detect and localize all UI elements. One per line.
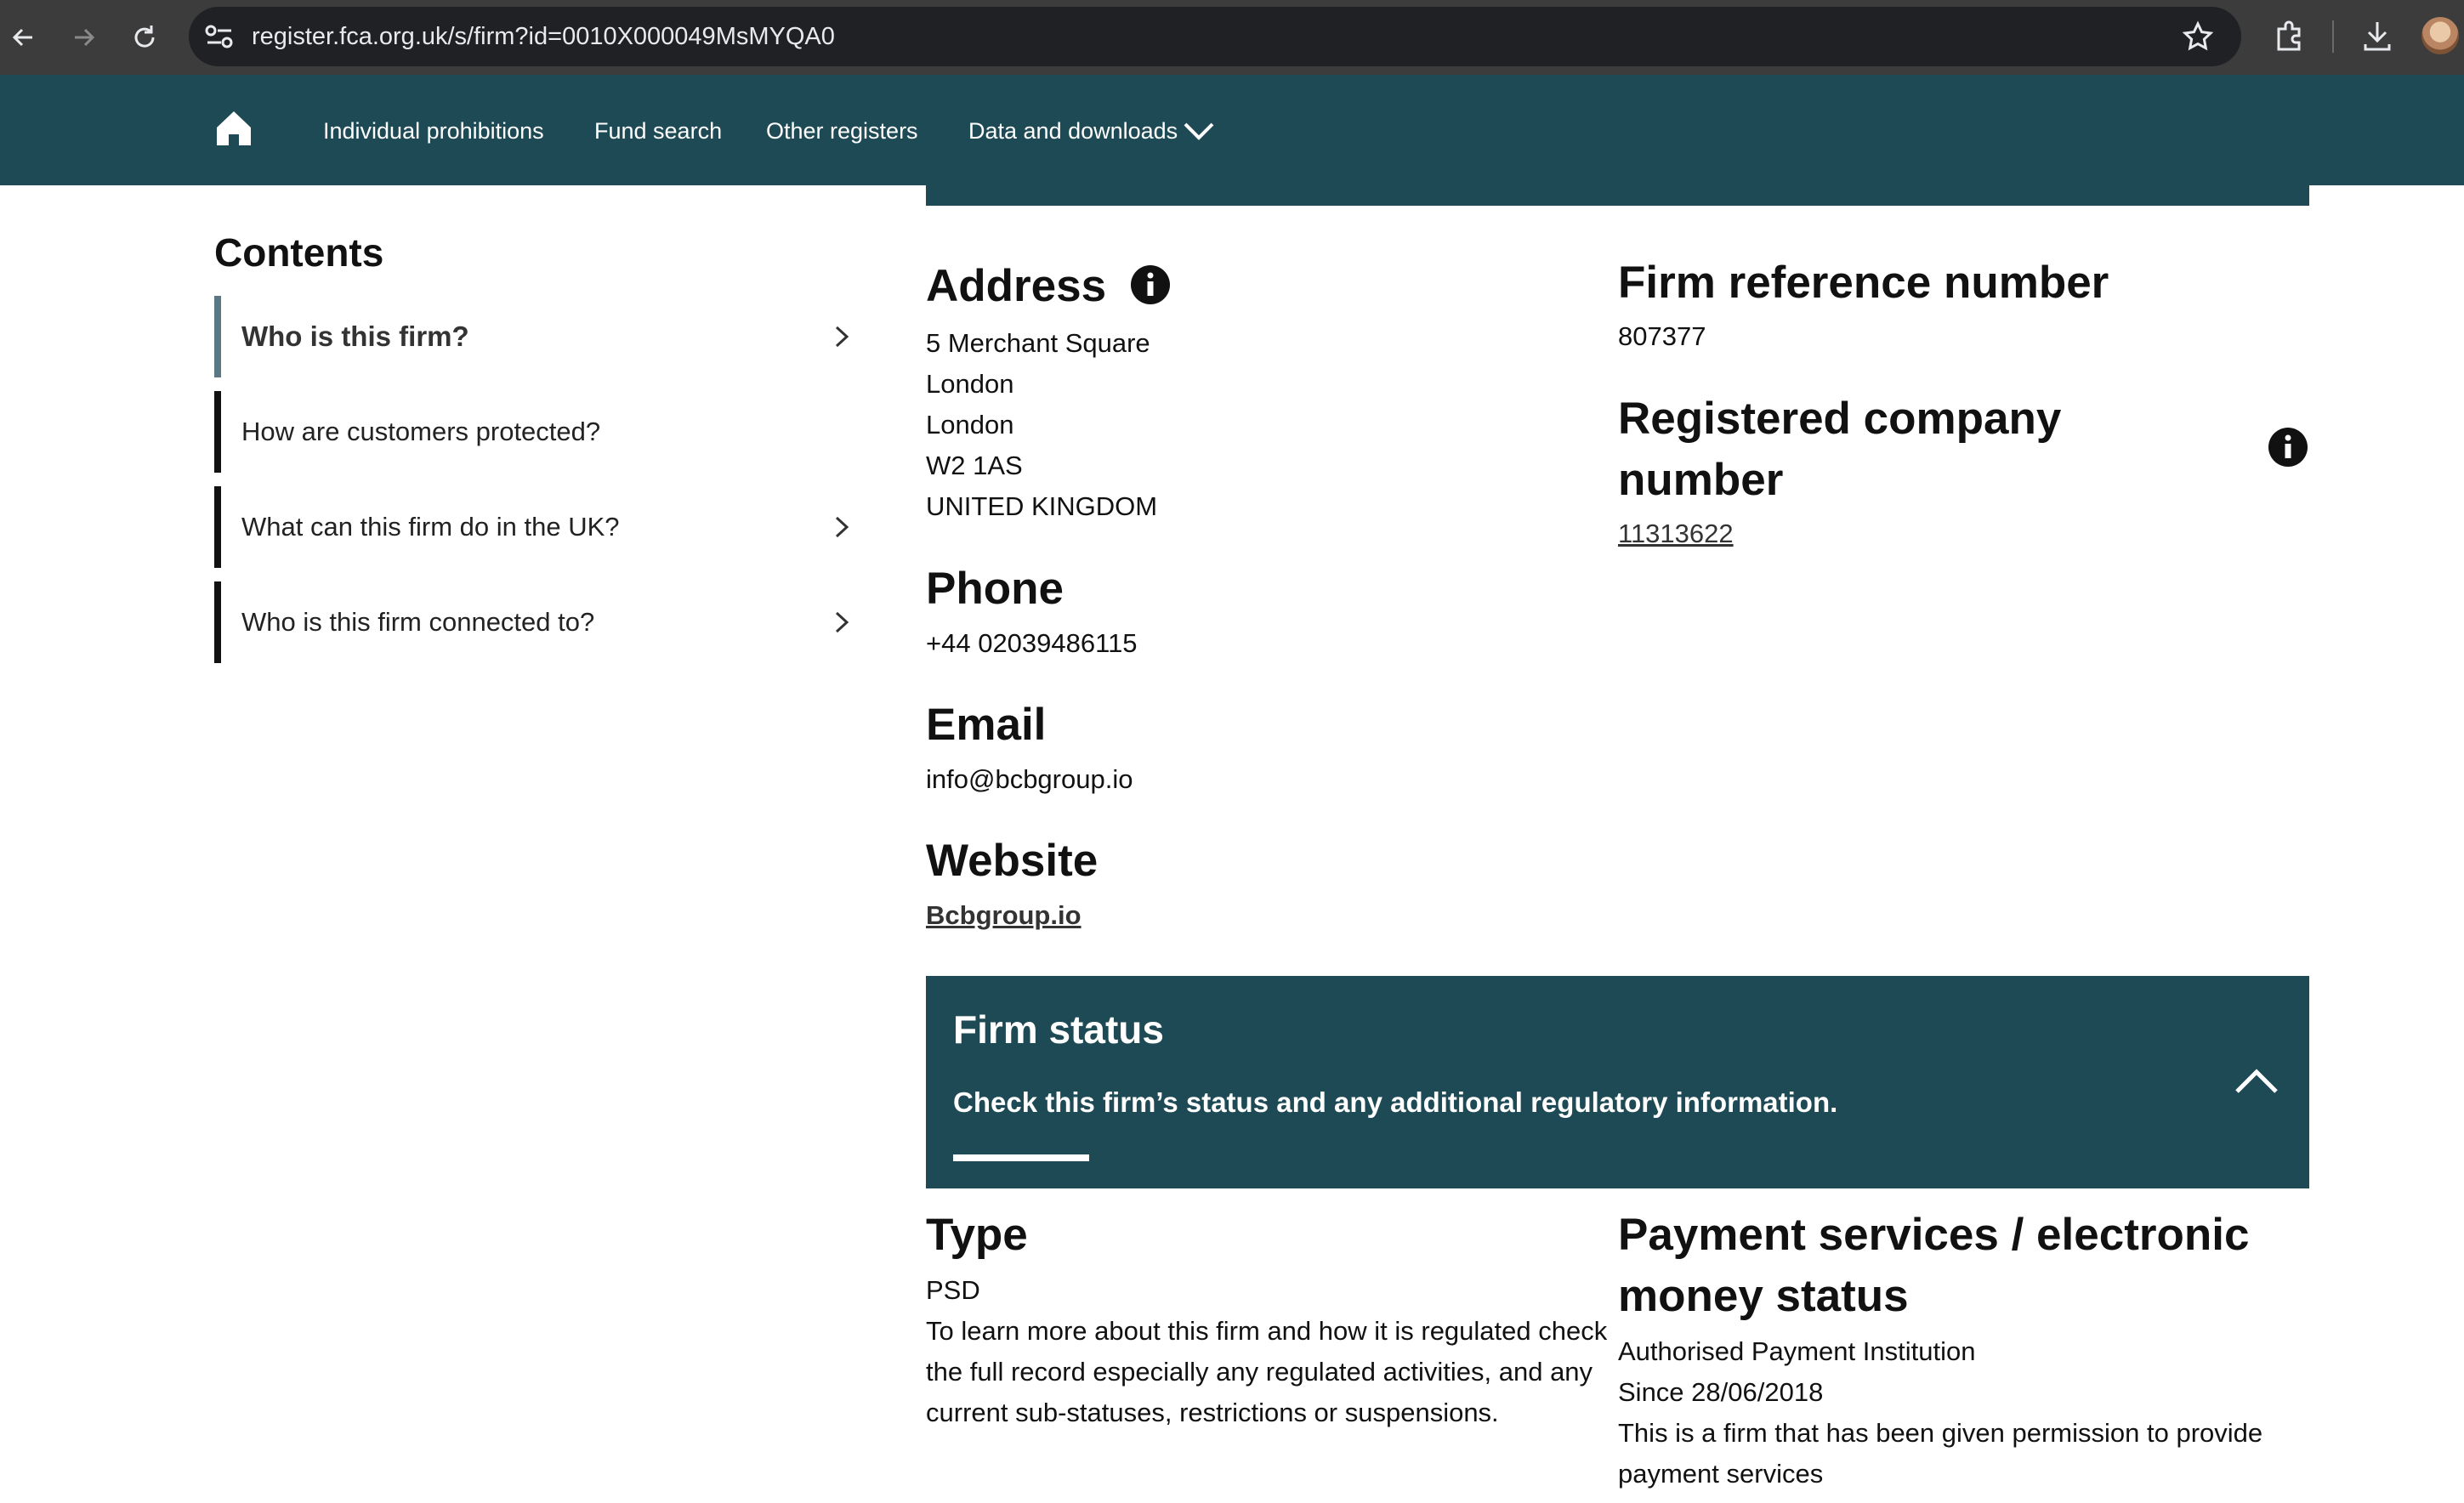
download-icon[interactable]	[2359, 17, 2396, 54]
firm-status-panel[interactable]: Firm status Check this firm’s status and…	[926, 976, 2309, 1188]
nav-individual-prohibitions[interactable]: Individual prohibitions	[323, 75, 544, 185]
chevron-right-icon	[835, 611, 849, 633]
email-heading: Email	[926, 700, 1047, 750]
frn-value: 807377	[1618, 321, 1706, 351]
profile-avatar[interactable]	[2421, 17, 2459, 54]
url-text[interactable]: register.fca.org.uk/s/firm?id=0010X00004…	[252, 7, 835, 66]
type-description-line: current sub-statuses, restrictions or su…	[926, 1398, 1499, 1427]
toc-item-what-can-this-firm-do[interactable]: What can this firm do in the UK?	[214, 486, 859, 568]
address-heading: Address	[926, 261, 1107, 311]
firm-status-title: Firm status	[953, 1007, 1164, 1052]
address-line-2: London	[926, 369, 1014, 399]
contents-heading: Contents	[214, 230, 384, 275]
email-value: info@bcbgroup.io	[926, 764, 1133, 794]
nav-data-and-downloads[interactable]: Data and downloads	[968, 75, 1178, 185]
type-value: PSD	[926, 1275, 980, 1305]
toc-item-label: How are customers protected?	[241, 417, 601, 446]
website-link[interactable]: Bcbgroup.io	[926, 895, 1082, 936]
address-bar[interactable]: register.fca.org.uk/s/firm?id=0010X00004…	[189, 7, 2241, 66]
section-header-band	[926, 185, 2309, 206]
type-heading: Type	[926, 1210, 1028, 1260]
chevron-right-icon	[835, 516, 849, 538]
site-settings-icon[interactable]	[204, 22, 235, 51]
address-line-1: 5 Merchant Square	[926, 328, 1150, 358]
toc-indicator	[214, 391, 221, 473]
payment-status-description-line: This is a firm that has been given permi…	[1618, 1418, 2263, 1448]
toc-indicator	[214, 486, 221, 568]
firm-status-subtitle: Check this firm’s status and any additio…	[953, 1086, 1838, 1118]
payment-status-heading-line-1: Payment services / electronic	[1618, 1210, 2250, 1260]
company-number-heading-line-1: Registered company	[1618, 394, 2062, 444]
type-description-line: the full record especially any regulated…	[926, 1357, 1593, 1387]
forward-arrow-icon[interactable]	[66, 20, 100, 54]
type-description-line: To learn more about this firm and how it…	[926, 1316, 1608, 1346]
chevron-right-icon	[835, 326, 849, 348]
chevron-up-icon[interactable]	[2234, 1066, 2279, 1095]
bookmark-star-icon[interactable]	[2182, 20, 2214, 53]
toc-item-label: Who is this firm connected to?	[241, 607, 595, 637]
address-country: UNITED KINGDOM	[926, 491, 1158, 521]
payment-status-since: Since 28/06/2018	[1618, 1377, 1824, 1407]
toc-indicator	[214, 581, 221, 663]
nav-other-registers[interactable]: Other registers	[766, 75, 918, 185]
payment-status-value: Authorised Payment Institution	[1618, 1336, 1976, 1366]
address-line-3: London	[926, 410, 1014, 440]
toolbar-divider	[2332, 20, 2334, 53]
toc-item-label: What can this firm do in the UK?	[241, 512, 620, 542]
browser-toolbar: register.fca.org.uk/s/firm?id=0010X00004…	[0, 0, 2464, 75]
website-heading: Website	[926, 836, 1099, 886]
payment-status-heading-line-2: money status	[1618, 1271, 1909, 1321]
phone-heading: Phone	[926, 564, 1064, 614]
company-number-link[interactable]: 11313622	[1618, 513, 1734, 554]
info-icon[interactable]	[1131, 265, 1170, 304]
toc-item-who-is-this-firm-connected-to[interactable]: Who is this firm connected to?	[214, 581, 859, 663]
site-header-nav: Individual prohibitions Fund search Othe…	[0, 75, 2464, 185]
extensions-icon[interactable]	[2270, 17, 2308, 54]
nav-fund-search[interactable]: Fund search	[594, 75, 722, 185]
back-arrow-icon[interactable]	[7, 20, 41, 54]
address-postcode: W2 1AS	[926, 451, 1023, 480]
toc-item-who-is-this-firm[interactable]: Who is this firm?	[214, 296, 859, 377]
reload-icon[interactable]	[128, 20, 162, 54]
toc-item-label: Who is this firm?	[241, 320, 469, 352]
phone-value: +44 02039486115	[926, 628, 1138, 658]
firm-status-underline	[953, 1154, 1089, 1161]
payment-status-description-line: payment services	[1618, 1459, 1824, 1489]
company-number-heading-line-2: number	[1618, 455, 1784, 505]
toc-item-how-are-customers-protected[interactable]: How are customers protected?	[214, 391, 859, 473]
frn-heading: Firm reference number	[1618, 258, 2109, 308]
chevron-down-icon[interactable]	[1182, 119, 1216, 143]
info-icon[interactable]	[2268, 428, 2308, 467]
toc-active-indicator	[214, 296, 221, 377]
home-icon[interactable]	[214, 109, 253, 148]
